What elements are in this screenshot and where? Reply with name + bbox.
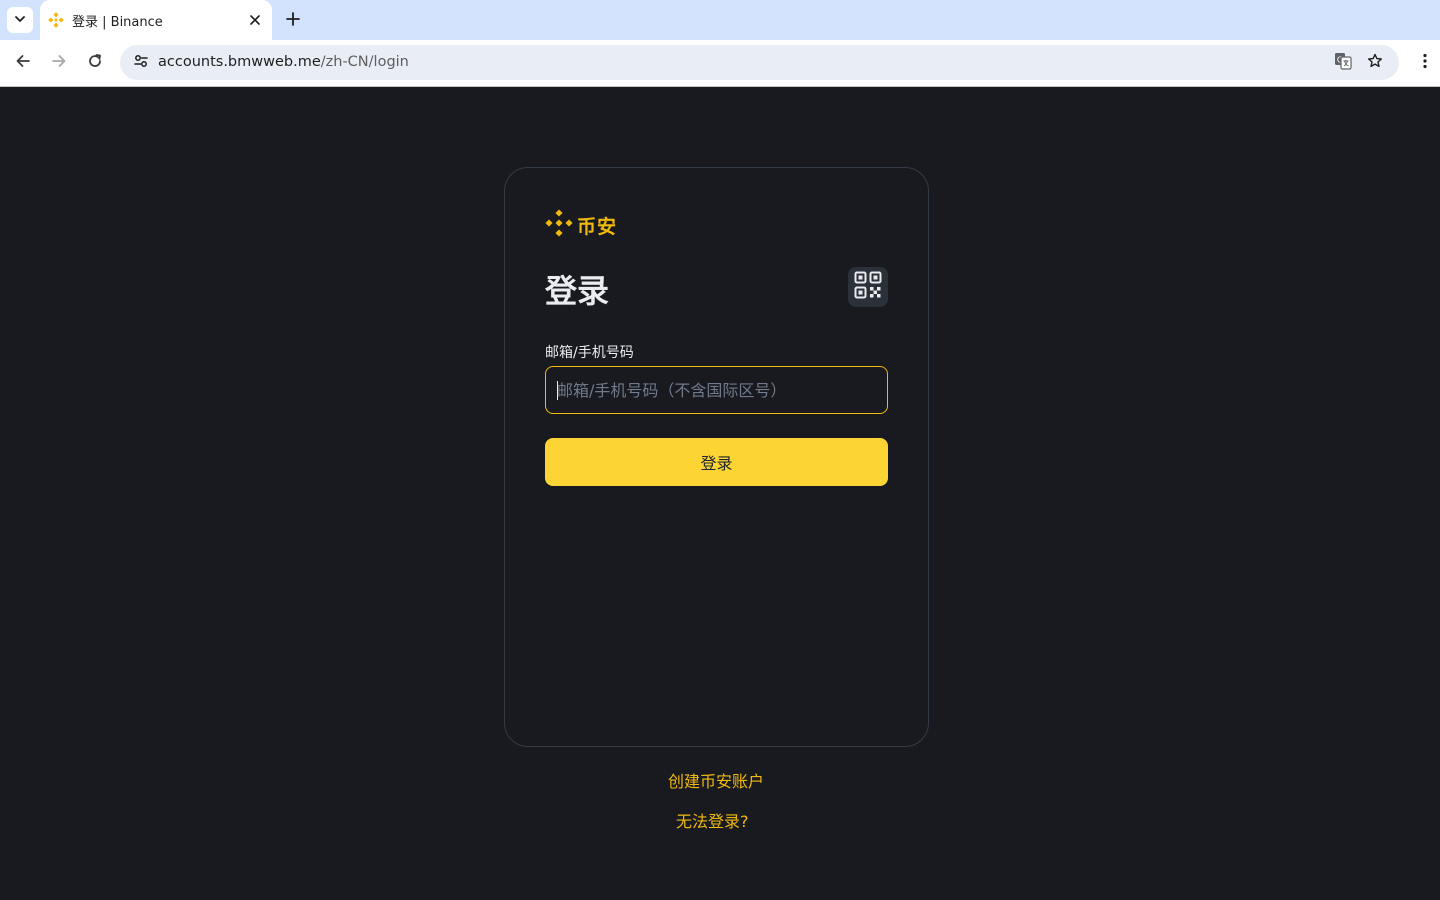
login-card: 币安 登录 邮箱/手机号码 邮箱/手机号码（不含国际区号） 登录	[504, 167, 929, 747]
more-vert-icon	[1423, 53, 1427, 73]
reload-button[interactable]	[83, 51, 107, 75]
back-arrow-icon	[15, 53, 31, 73]
address-bar[interactable]: accounts.bmwweb.me/zh-CN/login G	[120, 45, 1399, 80]
browser-tabstrip: 登录 | Binance	[0, 0, 1440, 40]
site-info-icon	[133, 53, 149, 73]
new-tab-button[interactable]	[280, 7, 306, 33]
browser-menu-button[interactable]	[1413, 51, 1437, 75]
browser-tab-active[interactable]: 登录 | Binance	[40, 0, 272, 40]
bookmark-button[interactable]	[1363, 51, 1387, 75]
page-content: 币安 登录 邮箱/手机号码 邮箱/手机号码（不含国际区号） 登录 创建币安账户 …	[0, 88, 1440, 900]
binance-logo-icon	[545, 209, 573, 241]
qr-login-button[interactable]	[848, 267, 888, 307]
plus-icon	[286, 11, 300, 30]
url-path: /zh-CN/login	[320, 54, 409, 70]
chevron-down-icon	[13, 11, 27, 30]
binance-favicon-icon	[48, 12, 64, 28]
site-info-button[interactable]	[128, 50, 154, 76]
star-icon	[1367, 53, 1383, 73]
text-cursor	[557, 381, 558, 400]
tab-list-button[interactable]	[7, 7, 33, 33]
browser-toolbar: accounts.bmwweb.me/zh-CN/login G	[0, 40, 1440, 87]
binance-logo: 币安	[545, 209, 617, 241]
email-phone-field[interactable]	[545, 366, 888, 414]
forward-button[interactable]	[47, 51, 71, 75]
back-button[interactable]	[11, 51, 35, 75]
login-submit-button[interactable]: 登录	[545, 438, 888, 486]
tab-title: 登录 | Binance	[72, 14, 163, 30]
url-host: accounts.bmwweb.me	[158, 54, 321, 70]
translate-icon: G	[1334, 52, 1352, 74]
qr-code-icon	[854, 271, 882, 303]
brand-name: 币安	[577, 215, 618, 238]
close-icon[interactable]	[246, 11, 264, 29]
create-account-link[interactable]: 创建币安账户	[668, 768, 764, 792]
forward-arrow-icon	[51, 53, 67, 73]
email-phone-label: 邮箱/手机号码	[545, 345, 634, 361]
reload-icon	[87, 53, 103, 73]
url-text: accounts.bmwweb.me/zh-CN/login	[158, 54, 409, 70]
page-title: 登录	[545, 272, 610, 310]
cant-login-link[interactable]: 无法登录?	[676, 808, 749, 832]
translate-button[interactable]: G	[1331, 51, 1355, 75]
email-phone-input[interactable]	[546, 367, 887, 413]
